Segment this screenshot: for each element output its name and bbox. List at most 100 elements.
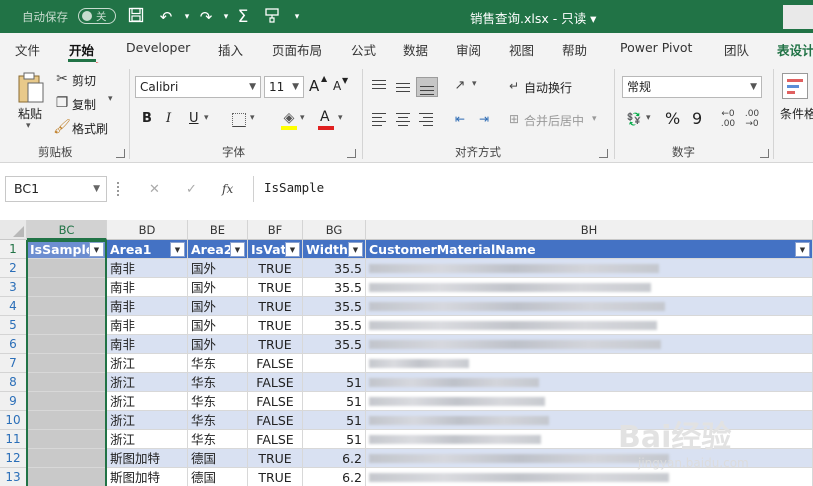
tab-insert[interactable]: 插入 bbox=[218, 40, 243, 59]
grow-font-button[interactable]: A bbox=[309, 77, 319, 95]
alignment-launcher-icon[interactable] bbox=[599, 149, 608, 158]
underline-button[interactable]: U bbox=[189, 111, 199, 126]
font-size-combo[interactable]: 11 ▼ bbox=[264, 76, 304, 98]
align-left-icon[interactable] bbox=[369, 109, 391, 129]
row-header[interactable]: 13 bbox=[0, 468, 27, 486]
copy-dropdown-icon[interactable]: ▾ bbox=[108, 94, 113, 104]
row-header[interactable]: 10 bbox=[0, 411, 27, 430]
customer-material-cell[interactable] bbox=[366, 392, 813, 411]
area2-cell[interactable]: 国外 bbox=[188, 297, 248, 316]
isvat-cell[interactable]: TRUE bbox=[248, 449, 303, 468]
isvat-cell[interactable]: TRUE bbox=[248, 335, 303, 354]
width-cell[interactable]: 35.5 bbox=[303, 278, 366, 297]
area2-cell[interactable]: 华东 bbox=[188, 354, 248, 373]
area1-cell[interactable]: 浙江 bbox=[107, 373, 188, 392]
row-header[interactable]: 2 bbox=[0, 259, 27, 278]
font-color-button[interactable]: A bbox=[320, 109, 330, 125]
fill-color-dropdown-icon[interactable]: ▾ bbox=[300, 113, 305, 123]
tab-power-pivot[interactable]: Power Pivot bbox=[620, 40, 692, 55]
customer-material-cell[interactable] bbox=[366, 373, 813, 392]
area1-cell[interactable]: 南非 bbox=[107, 297, 188, 316]
customer-material-cell[interactable] bbox=[366, 297, 813, 316]
filter-dropdown-icon[interactable]: ▼ bbox=[285, 242, 300, 257]
tab-view[interactable]: 视图 bbox=[509, 40, 534, 59]
row-header[interactable]: 9 bbox=[0, 392, 27, 411]
tab-home[interactable]: 开始 bbox=[69, 40, 94, 59]
align-right-icon[interactable] bbox=[416, 109, 438, 129]
account-area[interactable] bbox=[783, 5, 813, 29]
tab-page-layout[interactable]: 页面布局 bbox=[272, 40, 322, 59]
row-header[interactable]: 8 bbox=[0, 373, 27, 392]
table-header-cell[interactable]: IsVat ▼ bbox=[248, 240, 303, 259]
tab-team[interactable]: 团队 bbox=[724, 40, 749, 59]
italic-button[interactable]: I bbox=[166, 111, 171, 126]
row-header[interactable]: 1 bbox=[0, 240, 27, 259]
cut-button-label[interactable]: 剪切 bbox=[72, 72, 96, 89]
conditional-format-label[interactable]: 条件格 bbox=[780, 105, 813, 122]
isvat-cell[interactable]: FALSE bbox=[248, 392, 303, 411]
issample-cell[interactable] bbox=[27, 316, 107, 335]
accounting-format-icon[interactable]: 💱 bbox=[624, 109, 644, 129]
orientation-dropdown-icon[interactable]: ▾ bbox=[472, 79, 477, 89]
decrease-decimal-icon[interactable]: .00 →0 bbox=[742, 109, 762, 129]
cancel-icon[interactable]: ✕ bbox=[149, 182, 160, 197]
underline-dropdown-icon[interactable]: ▾ bbox=[204, 113, 209, 123]
area1-cell[interactable]: 浙江 bbox=[107, 430, 188, 449]
shrink-font-button[interactable]: A bbox=[333, 79, 341, 93]
paste-button-label[interactable]: 粘贴 bbox=[18, 105, 42, 122]
paste-icon[interactable] bbox=[16, 71, 46, 105]
redo-icon[interactable]: ↷ bbox=[196, 7, 216, 27]
tab-help[interactable]: 帮助 bbox=[562, 40, 587, 59]
issample-cell[interactable] bbox=[27, 392, 107, 411]
filter-dropdown-icon[interactable]: ▼ bbox=[230, 242, 245, 257]
issample-cell[interactable] bbox=[27, 449, 107, 468]
insert-function-icon[interactable]: fx bbox=[222, 182, 233, 196]
sum-icon[interactable]: Σ bbox=[233, 7, 253, 27]
isvat-cell[interactable]: TRUE bbox=[248, 278, 303, 297]
table-header-cell[interactable]: Area2 ▼ bbox=[188, 240, 248, 259]
filter-dropdown-icon[interactable]: ▼ bbox=[795, 242, 810, 257]
table-header-cell[interactable]: Width ▼ bbox=[303, 240, 366, 259]
increase-indent-icon[interactable]: ⇥ bbox=[474, 109, 494, 129]
filter-dropdown-icon[interactable]: ▼ bbox=[89, 242, 104, 257]
cut-icon[interactable]: ✂ bbox=[52, 69, 72, 89]
width-cell[interactable]: 35.5 bbox=[303, 316, 366, 335]
issample-cell[interactable] bbox=[27, 335, 107, 354]
name-box[interactable]: BC1 ▼ bbox=[5, 176, 107, 202]
accounting-dropdown-icon[interactable]: ▾ bbox=[646, 113, 651, 123]
issample-cell[interactable] bbox=[27, 297, 107, 316]
area1-cell[interactable]: 浙江 bbox=[107, 411, 188, 430]
copy-icon[interactable]: ❐ bbox=[52, 93, 72, 113]
wrap-text-icon[interactable]: ↵ bbox=[504, 76, 524, 96]
issample-cell[interactable] bbox=[27, 373, 107, 392]
number-format-combo[interactable]: 常规 ▼ bbox=[622, 76, 762, 98]
area2-cell[interactable]: 国外 bbox=[188, 316, 248, 335]
customer-material-cell[interactable] bbox=[366, 259, 813, 278]
conditional-format-icon[interactable] bbox=[782, 73, 808, 99]
column-header-bg[interactable]: BG bbox=[303, 220, 366, 240]
increase-decimal-icon[interactable]: ←0.00 bbox=[718, 109, 738, 129]
issample-cell[interactable] bbox=[27, 430, 107, 449]
tab-review[interactable]: 审阅 bbox=[456, 40, 481, 59]
paste-dropdown-icon[interactable]: ▾ bbox=[26, 121, 31, 131]
tab-formulas[interactable]: 公式 bbox=[351, 40, 376, 59]
area1-cell[interactable]: 斯图加特 bbox=[107, 449, 188, 468]
width-cell[interactable]: 51 bbox=[303, 392, 366, 411]
percent-button[interactable]: % bbox=[665, 109, 680, 128]
tab-file[interactable]: 文件 bbox=[15, 40, 40, 59]
wrap-text-label[interactable]: 自动换行 bbox=[524, 79, 572, 96]
tab-data[interactable]: 数据 bbox=[403, 40, 428, 59]
column-header-bf[interactable]: BF bbox=[248, 220, 303, 240]
isvat-cell[interactable]: TRUE bbox=[248, 316, 303, 335]
row-header[interactable]: 12 bbox=[0, 449, 27, 468]
font-color-dropdown-icon[interactable]: ▾ bbox=[338, 113, 343, 123]
issample-cell[interactable] bbox=[27, 354, 107, 373]
area2-cell[interactable]: 国外 bbox=[188, 278, 248, 297]
area2-cell[interactable]: 华东 bbox=[188, 392, 248, 411]
format-painter-icon[interactable] bbox=[262, 7, 282, 27]
decrease-indent-icon[interactable]: ⇤ bbox=[450, 109, 470, 129]
undo-icon[interactable]: ↶ bbox=[156, 7, 176, 27]
comma-style-button[interactable]: 9 bbox=[692, 109, 702, 128]
filter-dropdown-icon[interactable]: ▼ bbox=[170, 242, 185, 257]
width-cell[interactable]: 6.2 bbox=[303, 468, 366, 486]
